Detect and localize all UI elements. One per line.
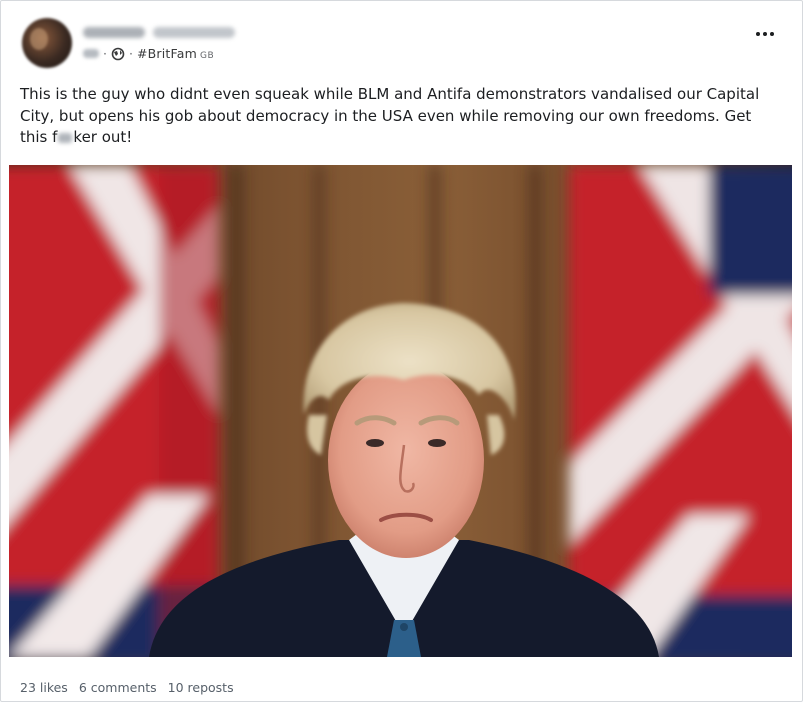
reposts-count[interactable]: 10 reposts: [168, 680, 234, 695]
post-text-part2: ker out!: [73, 128, 133, 146]
group-region: GB: [200, 51, 215, 61]
post-time-redacted[interactable]: [83, 49, 99, 58]
avatar[interactable]: [22, 18, 72, 68]
engagement-stats: 23 likes 6 comments 10 reposts: [20, 680, 234, 695]
comments-count[interactable]: 6 comments: [79, 680, 157, 695]
post-image[interactable]: [9, 165, 792, 657]
censor-mark: [58, 132, 73, 143]
group-tag[interactable]: #BritFam GB: [137, 46, 214, 61]
more-options-button[interactable]: [752, 25, 778, 43]
separator-dot: ·: [103, 46, 107, 61]
post-author[interactable]: [83, 24, 235, 40]
audience-icon: [111, 47, 125, 60]
post-meta: · · #BritFam GB: [83, 46, 214, 61]
more-dot: [763, 32, 767, 36]
post-body: This is the guy who didnt even squeak wh…: [20, 84, 780, 149]
more-dot: [770, 32, 774, 36]
separator-dot: ·: [128, 46, 133, 61]
author-handle-redacted[interactable]: [153, 26, 235, 38]
group-tag-label: #BritFam: [136, 46, 198, 61]
social-post: · · #BritFam GB This is the guy who didnt…: [0, 0, 803, 702]
likes-count[interactable]: 23 likes: [20, 680, 68, 695]
author-name-redacted[interactable]: [83, 26, 145, 38]
photo-of-man-with-union-flags: [9, 165, 792, 657]
more-dot: [756, 32, 760, 36]
